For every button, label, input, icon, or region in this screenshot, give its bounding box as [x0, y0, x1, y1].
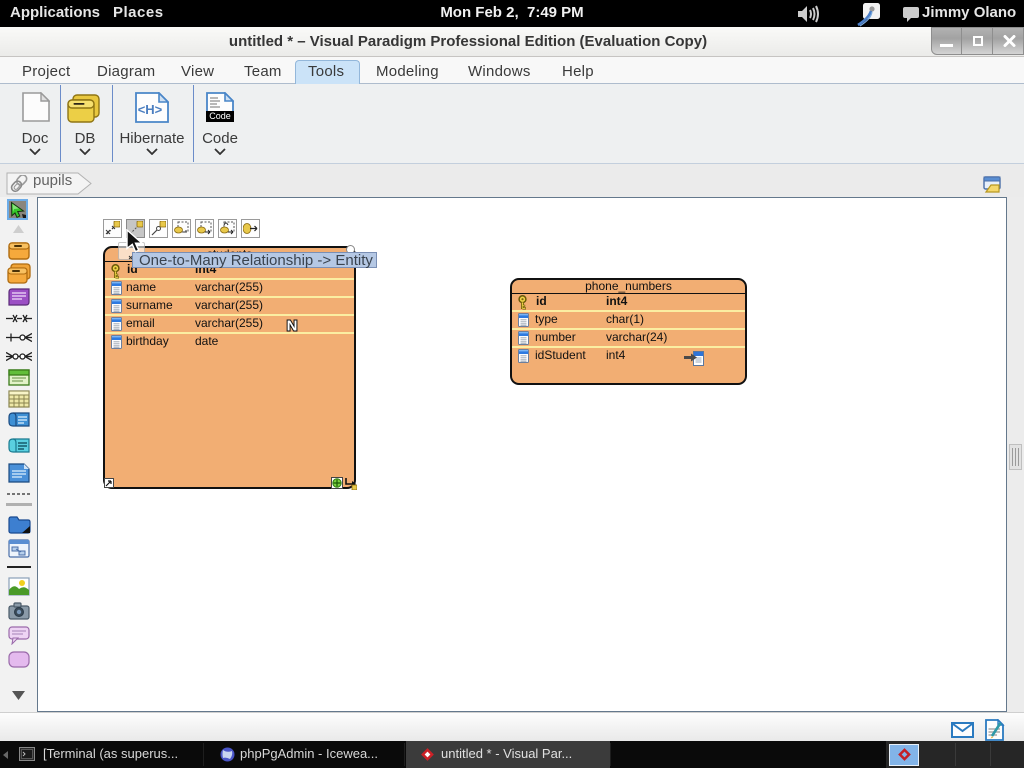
svg-text:<H>: <H> — [138, 102, 163, 117]
svg-text:N: N — [287, 318, 298, 335]
